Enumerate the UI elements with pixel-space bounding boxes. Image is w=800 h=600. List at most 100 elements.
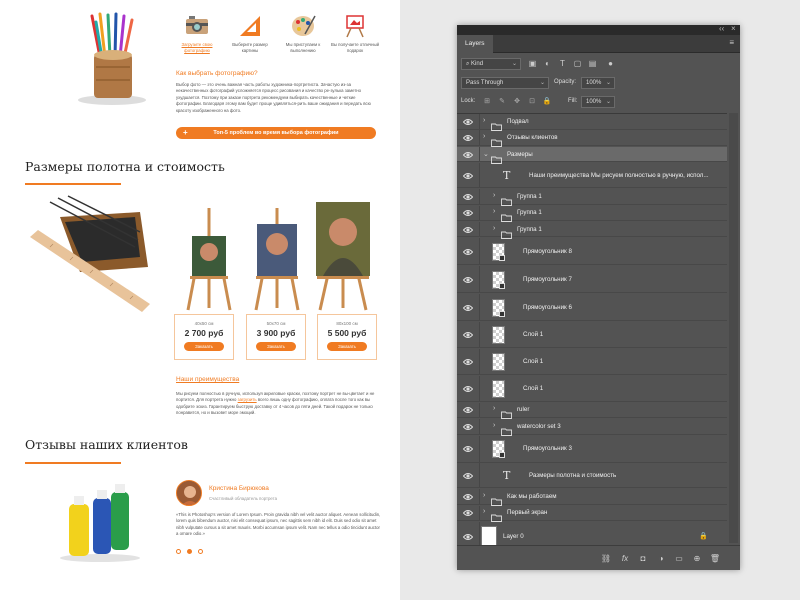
layer-name[interactable]: ruler (517, 406, 529, 413)
chevron-right-icon[interactable]: › (483, 133, 485, 140)
layer-name[interactable]: Группа 1 (517, 209, 542, 216)
layer-row[interactable]: T Наши преимущества Мы рисуем полностью в… (457, 163, 727, 189)
new-group-icon[interactable]: ▭ (673, 553, 685, 564)
visibility-eye-icon[interactable] (463, 134, 473, 142)
new-layer-icon[interactable]: ⊕ (691, 553, 703, 564)
layer-row[interactable]: Слой 1 (457, 375, 727, 402)
layer-row[interactable]: › ruler (457, 402, 727, 420)
layer-list-scrollbar[interactable] (729, 113, 738, 543)
lock-transparent-icon[interactable]: ⊞ (482, 97, 492, 107)
layer-row[interactable]: ⌄ Размеры (457, 146, 727, 164)
layer-row[interactable]: › Первый экран (457, 505, 727, 523)
layer-row[interactable]: T Размеры полотна и стоимость (457, 463, 727, 489)
layer-name[interactable]: Подвал (507, 118, 529, 125)
delete-layer-icon[interactable]: 🗑 (709, 553, 721, 564)
panel-menu-icon[interactable]: ≡ (729, 39, 734, 47)
layer-row[interactable]: › Группа 1 (457, 205, 727, 223)
visibility-eye-icon[interactable] (463, 423, 473, 431)
layer-row[interactable]: Прямоугольник 7 (457, 266, 727, 294)
chevron-right-icon[interactable]: › (493, 208, 495, 215)
visibility-eye-icon[interactable] (463, 445, 473, 453)
layer-row[interactable]: › Группа 1 (457, 221, 727, 239)
advantages-title[interactable]: Наши преимущества (176, 376, 239, 383)
lock-position-icon[interactable]: ✥ (512, 97, 522, 107)
chevron-right-icon[interactable]: › (483, 117, 485, 124)
pagination-dot[interactable] (176, 549, 181, 554)
visibility-eye-icon[interactable] (463, 226, 473, 234)
chevron-down-icon[interactable]: ⌄ (483, 150, 489, 158)
layer-row[interactable]: Прямоугольник 6 (457, 294, 727, 322)
layer-row[interactable]: › Группа 1 (457, 189, 727, 206)
order-button[interactable]: Заказать (184, 342, 224, 351)
upload-link[interactable]: загрузить (238, 397, 257, 402)
layer-name[interactable]: Группа 1 (517, 193, 542, 200)
filter-toggle-icon[interactable]: ● (605, 58, 616, 69)
lock-paint-icon[interactable]: ✎ (497, 97, 507, 107)
layer-row[interactable]: Слой 1 (457, 348, 727, 375)
layer-row[interactable]: › Отзывы клиентов (457, 130, 727, 148)
adjustment-layer-icon[interactable]: ◑ (655, 553, 667, 564)
layer-row[interactable]: › Как мы работаем (457, 489, 727, 506)
layer-name[interactable]: Как мы работаем (507, 493, 557, 500)
chevron-right-icon[interactable]: › (483, 508, 485, 515)
layer-name[interactable]: Прямоугольник 7 (523, 276, 572, 283)
layer-name[interactable]: Слой 1 (523, 331, 543, 338)
opacity-input[interactable]: 100% ⌄ (581, 77, 615, 89)
layer-name[interactable]: Группа 1 (517, 226, 542, 233)
feature-upload[interactable]: Загрузите свою фотографию (172, 12, 222, 54)
layer-row[interactable]: Прямоугольник 8 (457, 238, 727, 266)
blend-mode-select[interactable]: Pass Through ⌄ (461, 77, 549, 89)
visibility-eye-icon[interactable] (463, 358, 473, 366)
visibility-eye-icon[interactable] (463, 304, 473, 312)
lock-all-icon[interactable]: 🔒 (542, 97, 552, 107)
layer-name[interactable]: Отзывы клиентов (507, 134, 558, 141)
layer-name[interactable]: Прямоугольник 6 (523, 304, 572, 311)
type-filter-icon[interactable]: T (557, 58, 568, 69)
chevron-right-icon[interactable]: › (493, 225, 495, 232)
visibility-eye-icon[interactable] (463, 385, 473, 393)
visibility-eye-icon[interactable] (463, 118, 473, 126)
chevron-right-icon[interactable]: › (493, 192, 495, 199)
visibility-eye-icon[interactable] (463, 509, 473, 517)
tab-layers[interactable]: Layers (457, 35, 493, 53)
shape-filter-icon[interactable]: ▢ (572, 58, 583, 69)
close-icon[interactable]: × (731, 24, 736, 33)
order-button[interactable]: Заказать (256, 342, 296, 351)
visibility-eye-icon[interactable] (463, 209, 473, 217)
top5-button[interactable]: + Топ-5 проблем во время выбора фотограф… (176, 127, 376, 139)
pagination-dot[interactable] (198, 549, 203, 554)
kind-filter-select[interactable]: ⌕ Kind ⌄ (461, 58, 521, 70)
fill-input[interactable]: 100% ⌄ (581, 96, 615, 108)
order-button[interactable]: Заказать (327, 342, 367, 351)
visibility-eye-icon[interactable] (463, 493, 473, 501)
visibility-eye-icon[interactable] (463, 248, 473, 256)
pixel-filter-icon[interactable]: ▣ (527, 58, 538, 69)
chevron-right-icon[interactable]: › (493, 422, 495, 429)
visibility-eye-icon[interactable] (463, 151, 473, 159)
layer-name[interactable]: Наши преимущества Мы рисуем полностью в … (529, 172, 709, 179)
layer-name[interactable]: Первый экран (507, 509, 547, 516)
adjustment-filter-icon[interactable]: ◐ (542, 58, 553, 69)
layer-row[interactable]: › Подвал (457, 114, 727, 131)
lock-artboard-icon[interactable]: ⊡ (527, 97, 537, 107)
visibility-eye-icon[interactable] (463, 472, 473, 480)
pagination-dot-active[interactable] (187, 549, 192, 554)
add-mask-icon[interactable]: ◘ (637, 553, 649, 564)
visibility-eye-icon[interactable] (463, 193, 473, 201)
layer-name[interactable]: Размеры (507, 151, 533, 158)
layer-name[interactable]: Прямоугольник 3 (523, 445, 572, 452)
smart-object-filter-icon[interactable]: ▤ (587, 58, 598, 69)
chevron-right-icon[interactable]: › (483, 492, 485, 499)
layer-row[interactable]: Прямоугольник 3 (457, 435, 727, 463)
visibility-eye-icon[interactable] (463, 276, 473, 284)
layer-row[interactable]: › watercolor set 3 (457, 419, 727, 436)
fx-icon[interactable]: fx (619, 553, 631, 564)
layer-name[interactable]: Прямоугольник 8 (523, 248, 572, 255)
layer-name[interactable]: Слой 1 (523, 358, 543, 365)
layer-name[interactable]: Слой 1 (523, 385, 543, 392)
link-layers-icon[interactable]: ⛓ (600, 553, 612, 564)
layer-name[interactable]: Размеры полотна и стоимость (529, 472, 616, 479)
chevron-right-icon[interactable]: › (493, 405, 495, 412)
visibility-eye-icon[interactable] (463, 331, 473, 339)
layer-name[interactable]: Layer 0 (503, 533, 524, 540)
